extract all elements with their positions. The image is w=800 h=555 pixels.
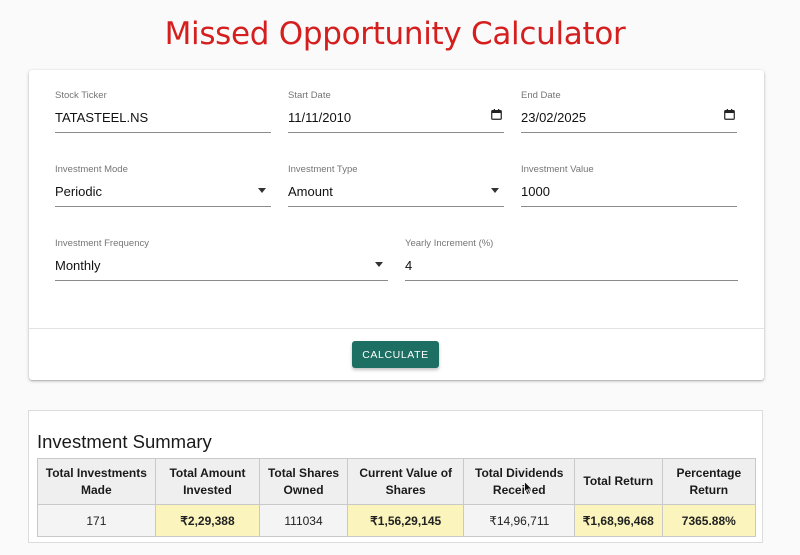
calculate-button[interactable]: CALCULATE — [352, 341, 439, 368]
table-cell: 171 — [37, 504, 156, 537]
investment-type-select[interactable]: Investment Type Amount — [288, 164, 504, 207]
col-header: Total Shares Owned — [259, 458, 348, 505]
calculator-form-card: Stock Ticker TATASTEEL.NS Start Date 11/… — [29, 70, 764, 380]
field-underline — [288, 132, 504, 133]
col-header: Current Value of Shares — [346, 458, 465, 505]
field-underline — [55, 132, 271, 133]
field-underline — [405, 280, 738, 281]
table-cell: ₹1,56,29,145 — [346, 504, 465, 537]
card-divider — [29, 328, 764, 329]
col-header: Total Amount Invested — [154, 458, 261, 505]
investment-mode-value[interactable]: Periodic — [55, 184, 102, 199]
end-date-label: End Date — [521, 90, 561, 101]
investment-value-label: Investment Value — [521, 164, 594, 175]
chevron-down-icon[interactable] — [258, 188, 266, 193]
summary-table: Total Investments Made Total Amount Inve… — [37, 458, 757, 537]
end-date-value[interactable]: 23/02/2025 — [521, 110, 586, 125]
table-cell: ₹14,96,711 — [463, 504, 576, 537]
field-underline — [521, 132, 737, 133]
table-cell: 7365.88% — [661, 504, 757, 537]
start-date-value[interactable]: 11/11/2010 — [288, 110, 351, 125]
start-date-label: Start Date — [288, 90, 331, 101]
col-header: Total Return — [574, 458, 663, 505]
col-header: Total Investments Made — [37, 458, 156, 505]
field-underline — [521, 206, 737, 207]
investment-type-value[interactable]: Amount — [288, 184, 333, 199]
field-underline — [55, 280, 388, 281]
stock-ticker-field[interactable]: Stock Ticker TATASTEEL.NS — [55, 90, 271, 133]
table-cell: ₹1,68,96,468 — [574, 504, 663, 537]
end-date-field[interactable]: End Date 23/02/2025 — [521, 90, 737, 133]
investment-value-value[interactable]: 1000 — [521, 184, 550, 199]
investment-frequency-value[interactable]: Monthly — [55, 258, 101, 273]
yearly-increment-value[interactable]: 4 — [405, 258, 412, 273]
calendar-icon[interactable] — [491, 109, 502, 120]
mouse-cursor-icon — [524, 481, 533, 495]
table-row: 171 ₹2,29,388 111034 ₹1,56,29,145 ₹14,96… — [37, 504, 757, 537]
table-cell: ₹2,29,388 — [154, 504, 261, 537]
calendar-icon[interactable] — [724, 109, 735, 120]
col-header: Percentage Return — [661, 458, 757, 505]
investment-type-label: Investment Type — [288, 164, 358, 175]
investment-frequency-select[interactable]: Investment Frequency Monthly — [55, 238, 388, 281]
investment-frequency-label: Investment Frequency — [55, 238, 149, 249]
field-underline — [55, 206, 271, 207]
page-title: Missed Opportunity Calculator — [164, 16, 626, 52]
stock-ticker-label: Stock Ticker — [55, 90, 107, 101]
investment-value-field[interactable]: Investment Value 1000 — [521, 164, 737, 207]
investment-mode-select[interactable]: Investment Mode Periodic — [55, 164, 271, 207]
yearly-increment-label: Yearly Increment (%) — [405, 238, 494, 249]
chevron-down-icon[interactable] — [491, 188, 499, 193]
field-underline — [288, 206, 504, 207]
table-header-row: Total Investments Made Total Amount Inve… — [37, 458, 757, 505]
investment-summary-panel: Investment Summary Total Investments Mad… — [28, 410, 763, 543]
investment-mode-label: Investment Mode — [55, 164, 128, 175]
col-header: Total Dividends Received — [463, 458, 576, 505]
chevron-down-icon[interactable] — [375, 262, 383, 267]
summary-heading: Investment Summary — [37, 431, 212, 452]
stock-ticker-value[interactable]: TATASTEEL.NS — [55, 110, 148, 125]
start-date-field[interactable]: Start Date 11/11/2010 — [288, 90, 504, 133]
table-cell: 111034 — [259, 504, 348, 537]
yearly-increment-field[interactable]: Yearly Increment (%) 4 — [405, 238, 738, 281]
